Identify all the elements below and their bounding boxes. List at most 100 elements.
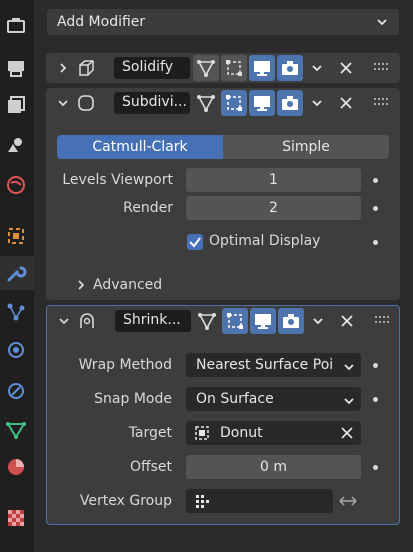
modifier-icon[interactable] — [5, 262, 27, 284]
snap-mode-value: On Surface — [196, 391, 274, 407]
solidify-modifier-panel: Solidify — [46, 53, 400, 83]
simple-option[interactable]: Simple — [223, 135, 389, 159]
output-icon[interactable] — [5, 94, 27, 116]
cage-toggle[interactable] — [221, 55, 247, 81]
tool-icon[interactable] — [5, 15, 27, 37]
vertex-group-label: Vertex Group — [79, 493, 172, 509]
levels-viewport-field[interactable]: 1 — [186, 168, 361, 192]
chevron-down-icon — [342, 358, 356, 372]
cage-toggle[interactable] — [221, 90, 247, 116]
close-icon — [340, 97, 352, 109]
particles-icon[interactable] — [5, 301, 27, 323]
chevron-right-icon[interactable] — [56, 61, 70, 75]
object-icon[interactable] — [5, 225, 27, 247]
drag-handle[interactable] — [373, 60, 391, 74]
cage-icon — [227, 313, 243, 329]
data-icon[interactable] — [5, 419, 27, 441]
viewport-toggle[interactable] — [249, 90, 275, 116]
material-icon[interactable] — [5, 456, 27, 478]
solidify-name-field[interactable]: Solidify — [114, 57, 190, 79]
drag-handle[interactable] — [374, 313, 392, 327]
edit-mode-toggle[interactable] — [194, 308, 220, 334]
snap-mode-label: Snap Mode — [94, 391, 172, 407]
offset-label: Offset — [129, 459, 172, 475]
render-levels-label: Render — [123, 200, 173, 216]
render-icon[interactable] — [5, 57, 27, 79]
shrinkwrap-modifier-panel: Shrink... Wrap Method Nearest Surface Po… — [46, 305, 400, 525]
edit-mode-icon — [197, 60, 215, 77]
viewport-toggle[interactable] — [249, 55, 275, 81]
solidify-modifier-icon — [76, 58, 96, 78]
close-icon — [340, 62, 352, 74]
shrinkwrap-modifier-icon — [77, 311, 97, 331]
wrap-method-dropdown[interactable]: Nearest Surface Poi — [186, 353, 361, 377]
remove-modifier-button[interactable] — [337, 94, 355, 112]
advanced-subpanel-label[interactable]: Advanced — [93, 277, 162, 293]
keyframe-dot[interactable] — [373, 240, 378, 245]
object-icon — [195, 426, 209, 440]
grip-icon — [374, 63, 388, 70]
view-layer-icon[interactable] — [5, 134, 27, 156]
modifier-menu-button[interactable] — [304, 90, 330, 116]
shrinkwrap-name-field[interactable]: Shrink... — [115, 310, 191, 332]
scene-icon[interactable] — [5, 174, 27, 196]
clear-icon[interactable] — [340, 426, 354, 440]
physics-icon[interactable] — [5, 339, 27, 361]
optimal-display-label: Optimal Display — [209, 233, 321, 249]
catmull-clark-option[interactable]: Catmull-Clark — [57, 135, 223, 159]
render-toggle[interactable] — [277, 90, 303, 116]
drag-handle[interactable] — [373, 95, 391, 109]
vertex-group-icon — [196, 495, 209, 508]
subdivision-header: Subdivi... — [46, 88, 400, 118]
render-toggle[interactable] — [277, 55, 303, 81]
modifier-menu-button[interactable] — [304, 55, 330, 81]
grip-icon — [374, 98, 388, 105]
texture-icon[interactable] — [5, 507, 27, 529]
edit-mode-toggle[interactable] — [193, 90, 219, 116]
render-levels-field[interactable]: 2 — [186, 196, 361, 220]
chevron-right-icon[interactable] — [74, 278, 88, 292]
chevron-down-icon — [312, 65, 322, 72]
modifier-menu-button[interactable] — [305, 308, 331, 334]
keyframe-dot[interactable] — [373, 178, 378, 183]
keyframe-dot[interactable] — [373, 397, 378, 402]
constraints-icon[interactable] — [5, 380, 27, 402]
chevron-down-icon[interactable] — [57, 314, 71, 328]
subdivision-mode-selector: Catmull-Clark Simple — [57, 135, 389, 159]
camera-icon — [282, 61, 298, 75]
snap-mode-dropdown[interactable]: On Surface — [186, 387, 361, 411]
cage-toggle[interactable] — [222, 308, 248, 334]
optimal-display-checkbox[interactable] — [187, 234, 203, 250]
chevron-down-icon — [377, 19, 387, 26]
cage-icon — [226, 95, 242, 111]
chevron-down-icon — [342, 392, 356, 406]
vertex-group-field[interactable] — [186, 489, 333, 513]
edit-mode-toggle[interactable] — [193, 55, 219, 81]
solidify-header: Solidify — [46, 53, 400, 83]
monitor-icon — [254, 96, 270, 111]
add-modifier-dropdown[interactable]: Add Modifier — [46, 8, 400, 36]
remove-modifier-button[interactable] — [338, 312, 356, 330]
keyframe-dot[interactable] — [373, 465, 378, 470]
chevron-down-icon[interactable] — [56, 96, 70, 110]
viewport-toggle[interactable] — [250, 308, 276, 334]
subdivision-name-field[interactable]: Subdivi... — [114, 92, 190, 114]
invert-vertex-group-button[interactable] — [334, 489, 361, 513]
chevron-down-icon — [313, 318, 323, 325]
target-field[interactable]: Donut — [186, 421, 361, 445]
monitor-icon — [254, 61, 270, 76]
render-toggle[interactable] — [278, 308, 304, 334]
cage-icon — [226, 60, 242, 76]
target-label: Target — [128, 425, 172, 441]
keyframe-dot[interactable] — [373, 206, 378, 211]
monitor-icon — [255, 314, 271, 329]
grip-icon — [375, 316, 389, 323]
camera-icon — [282, 96, 298, 110]
camera-icon — [283, 314, 299, 328]
target-value: Donut — [220, 425, 263, 441]
close-icon — [341, 315, 353, 327]
add-modifier-label: Add Modifier — [57, 14, 146, 30]
keyframe-dot[interactable] — [373, 363, 378, 368]
remove-modifier-button[interactable] — [337, 59, 355, 77]
offset-field[interactable]: 0 m — [186, 455, 361, 479]
